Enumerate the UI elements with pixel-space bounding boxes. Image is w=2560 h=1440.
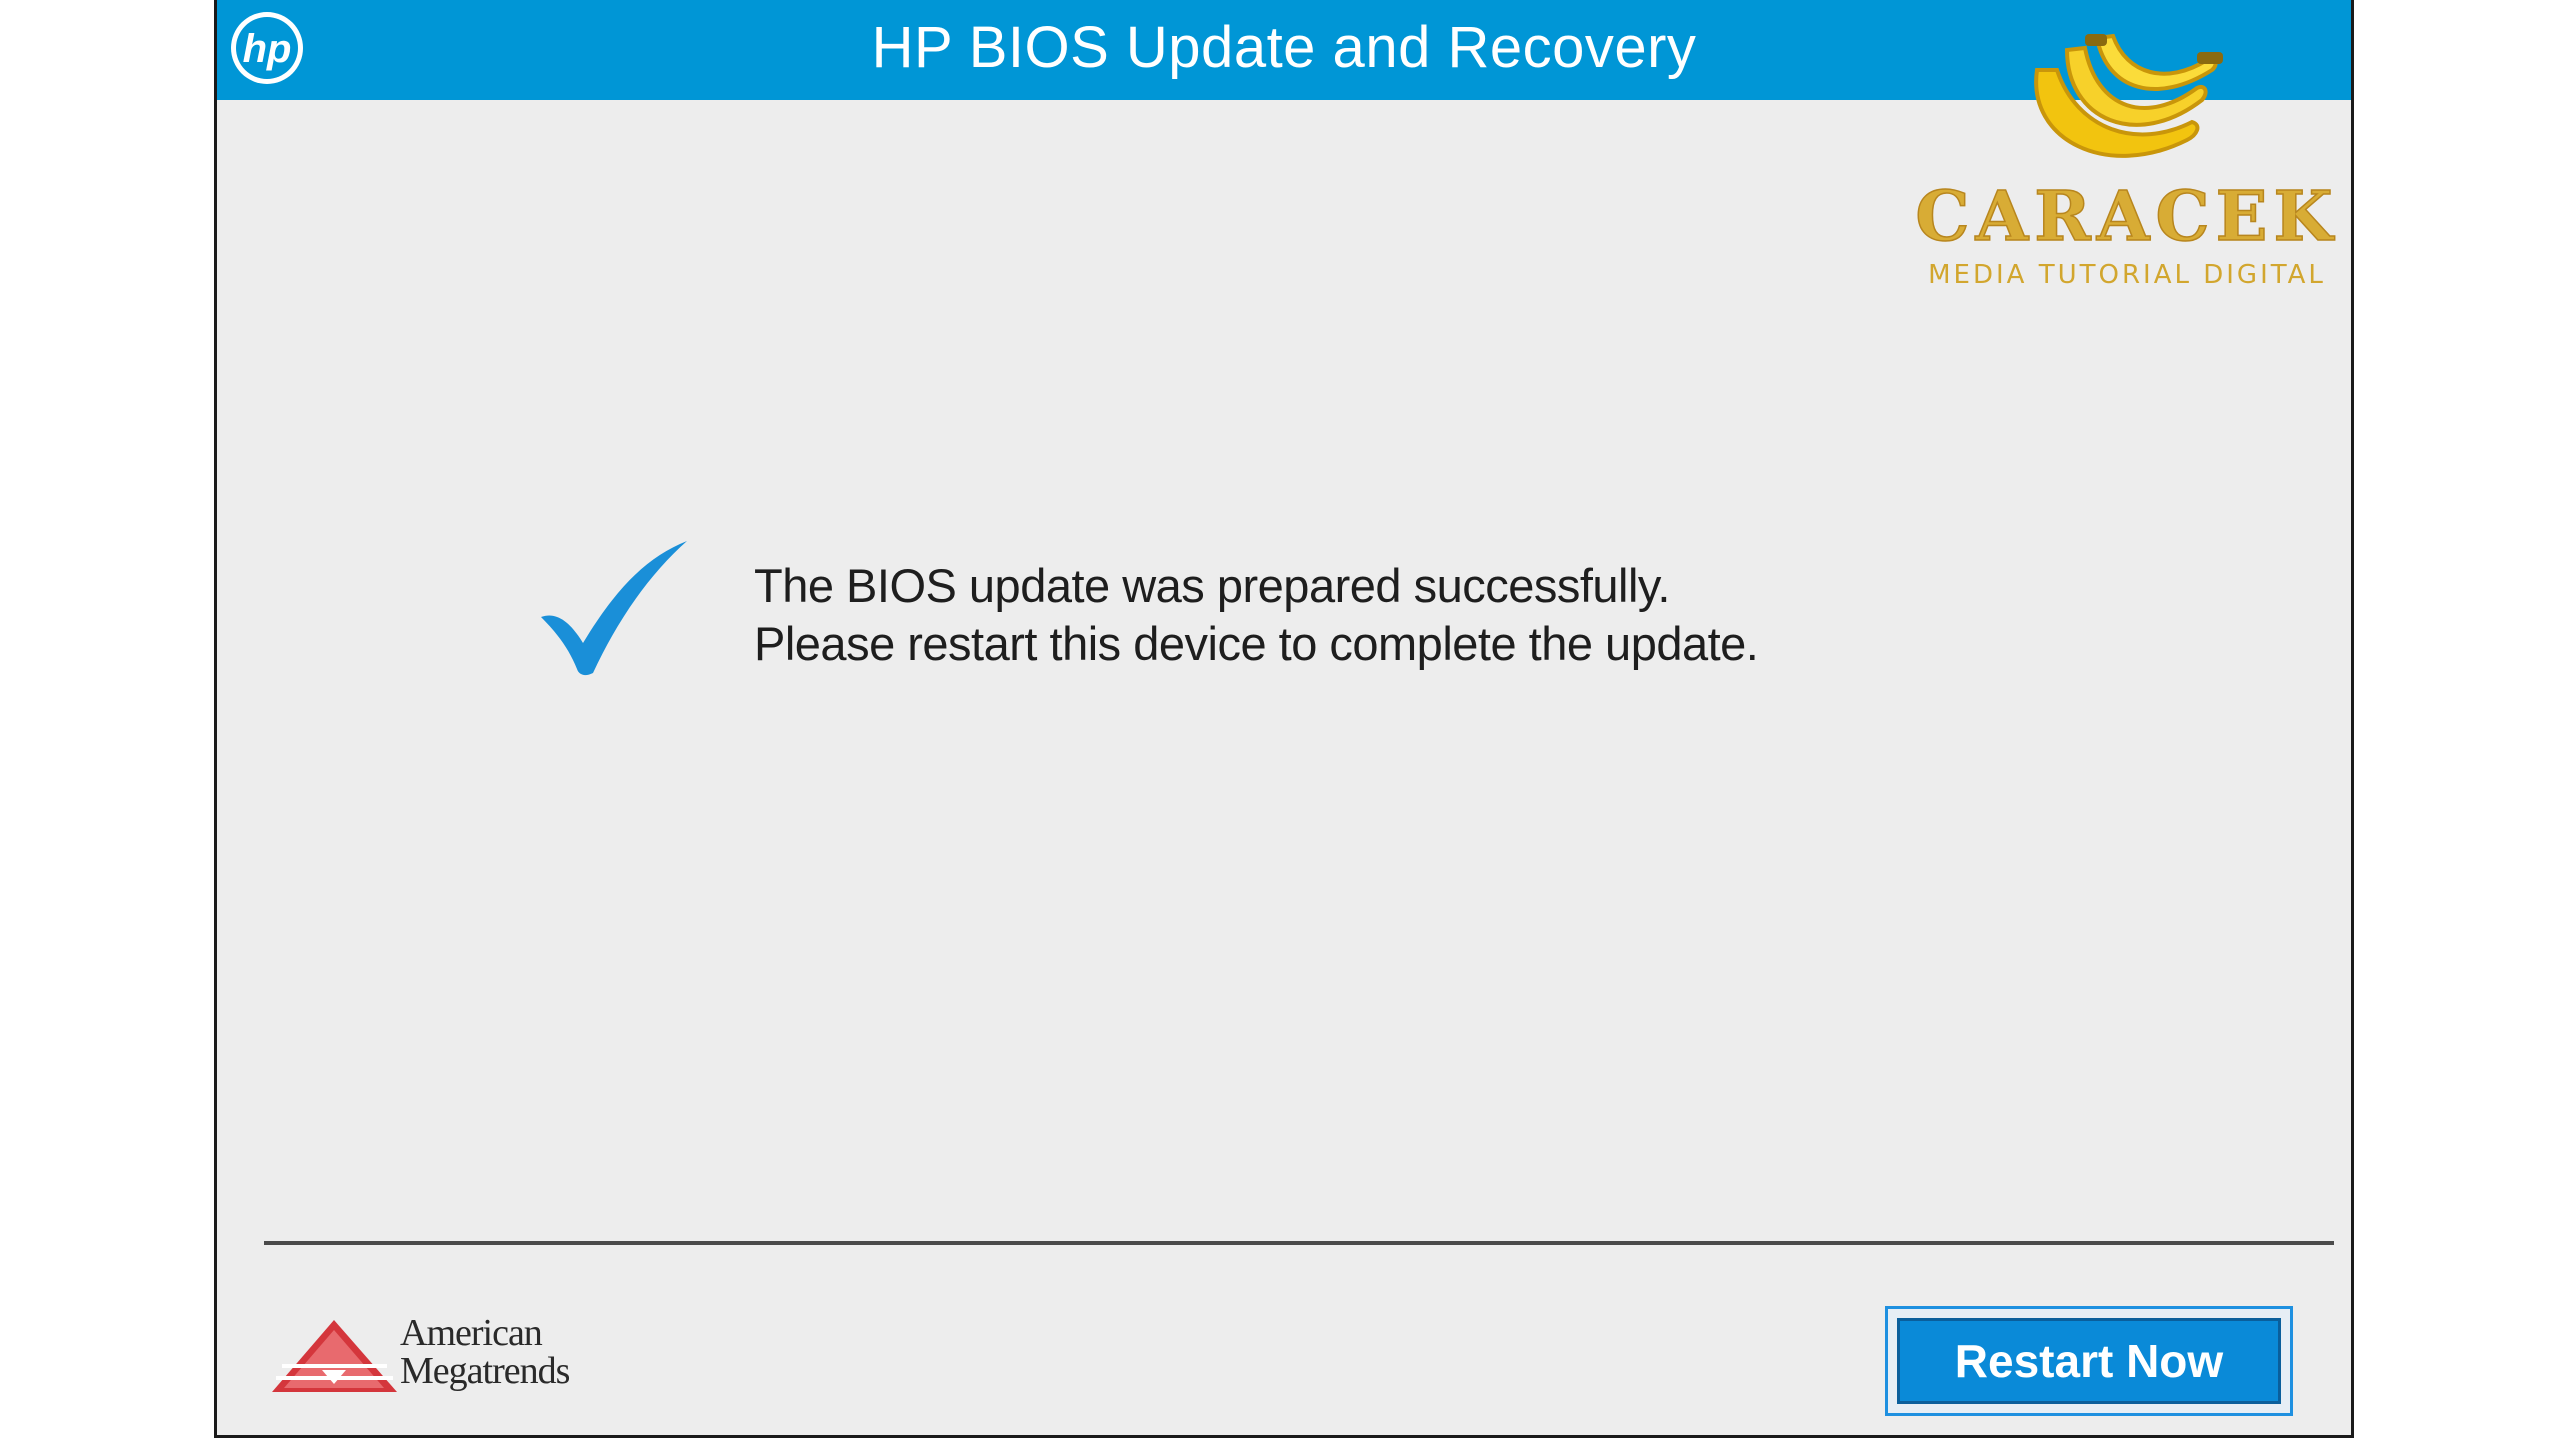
ami-triangle-icon bbox=[272, 1320, 397, 1392]
watermark-tagline: MEDIA TUTORIAL DIGITAL bbox=[1928, 260, 2326, 290]
watermark-brand-text: CARACEK bbox=[1915, 177, 2338, 257]
caracek-watermark: CARACEK MEDIA TUTORIAL DIGITAL bbox=[1907, 20, 2347, 300]
ami-wordmark-line-1: American bbox=[400, 1312, 543, 1354]
bios-update-window: hp HP BIOS Update and Recovery CARACEK M… bbox=[214, 0, 2354, 1438]
ami-wordmark-line-2: Megatrends bbox=[400, 1350, 570, 1392]
restart-now-button[interactable]: Restart Now bbox=[1897, 1318, 2281, 1404]
watermark-brand: CARACEK bbox=[1915, 176, 2338, 258]
american-megatrends-logo: American Megatrends bbox=[272, 1310, 592, 1400]
restart-button-focus-ring: Restart Now bbox=[1885, 1306, 2293, 1416]
checkmark-icon bbox=[541, 541, 687, 676]
ami-wordmark: American Megatrends bbox=[400, 1312, 570, 1392]
status-line-1: The BIOS update was prepared successfull… bbox=[754, 559, 1671, 612]
footer-divider bbox=[264, 1241, 2334, 1245]
status-message: The BIOS update was prepared successfull… bbox=[754, 557, 1759, 673]
status-line-2: Please restart this device to complete t… bbox=[754, 617, 1759, 670]
